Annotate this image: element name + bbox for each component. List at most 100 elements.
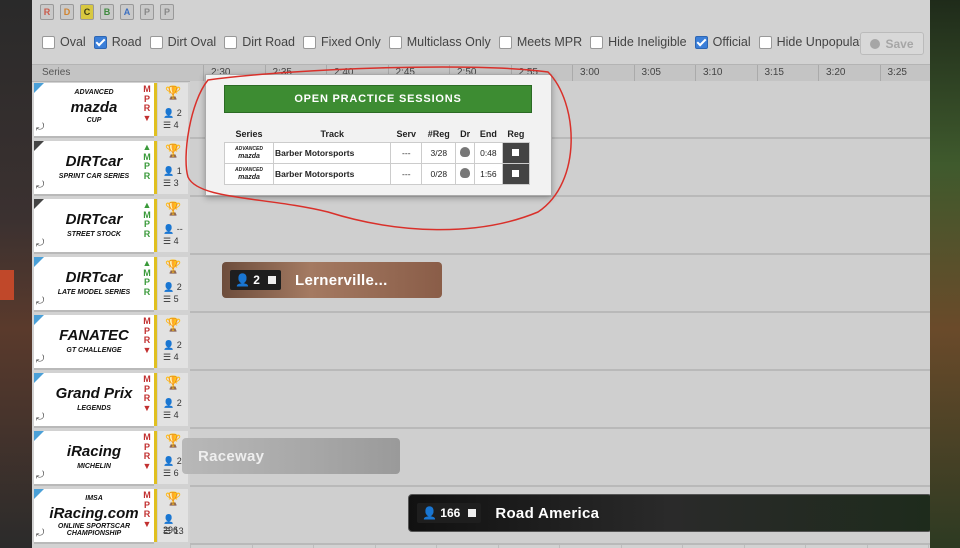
series-logo[interactable]: DIRTcar STREET STOCK ⤾: [34, 199, 154, 254]
filter-meets-mpr[interactable]: Meets MPR: [498, 35, 583, 49]
filter-label: Meets MPR: [516, 35, 583, 49]
series-logo[interactable]: FANATEC GT CHALLENGE ⤾: [34, 315, 154, 370]
save-button[interactable]: Save: [860, 32, 924, 55]
session-total: 6: [173, 468, 179, 478]
mpr-down-arrow-icon: ▼: [142, 518, 152, 529]
filter-multiclass-only[interactable]: Multiclass Only: [388, 35, 491, 49]
filter-fixed-only-checkbox[interactable]: [303, 35, 317, 49]
session-total: 5: [173, 294, 179, 304]
filter-multiclass-only-checkbox[interactable]: [388, 35, 402, 49]
mpr-indicator: M P R ▼: [142, 374, 152, 425]
filter-meets-mpr-checkbox[interactable]: [498, 35, 512, 49]
trophy-icon[interactable]: 🏆: [165, 318, 181, 332]
list-icon: ☰: [163, 120, 172, 130]
filter-fixed-only[interactable]: Fixed Only: [303, 35, 381, 49]
series-stats: 🏆 👤 2 ☰ 4: [158, 315, 188, 368]
filter-hide-ineligible[interactable]: Hide Ineligible: [590, 35, 687, 49]
filter-official[interactable]: Official: [694, 35, 751, 49]
filter-dirt-oval[interactable]: Dirt Oval: [149, 35, 217, 49]
series-logo-text: SPRINT CAR SERIES: [58, 173, 130, 180]
license-p-toggle[interactable]: P: [140, 4, 154, 20]
filter-bar: Oval Road Dirt Oval Dirt Road Fixed Only…: [42, 33, 885, 51]
filter-hide-unpopulated[interactable]: Hide Unpopulated: [758, 35, 877, 49]
license-level-bar: [154, 489, 157, 542]
series-logo[interactable]: DIRTcar SPRINT CAR SERIES ⤾: [34, 141, 154, 196]
list-icon: ☰: [163, 410, 172, 420]
filter-dirt-oval-checkbox[interactable]: [149, 35, 163, 49]
time-tick-divider: [879, 65, 881, 81]
trophy-icon[interactable]: 🏆: [165, 86, 181, 100]
series-logo-text: CUP: [86, 117, 102, 124]
filter-oval-checkbox[interactable]: [42, 35, 55, 49]
session-total: 4: [173, 352, 179, 362]
series-stats: 🏆 👤 2 ☰ 5: [158, 257, 188, 310]
series-logo-text: LEGENDS: [77, 405, 111, 412]
license-r-toggle[interactable]: R: [40, 4, 54, 20]
filter-hide-unpopulated-checkbox[interactable]: [758, 35, 772, 49]
filter-road[interactable]: Road: [93, 35, 142, 49]
series-logo-text: Grand Prix: [55, 385, 133, 402]
license-b-toggle[interactable]: B: [100, 4, 114, 20]
session-count: ☰ 13: [163, 526, 184, 537]
trophy-icon[interactable]: 🏆: [165, 260, 181, 274]
registered-count: 2: [176, 282, 182, 292]
series-logo-text: DIRTcar: [65, 153, 123, 170]
list-icon: ☰: [163, 294, 172, 304]
filter-road-checkbox[interactable]: [93, 35, 107, 49]
series-logo-text: mazda: [70, 99, 118, 116]
time-tick-label: 3:25: [887, 67, 907, 78]
annotation-circle: [185, 66, 572, 231]
series-logo[interactable]: IMSA iRacing.com ONLINE SPORTSCAR CHAMPION…: [34, 489, 154, 544]
mpr-down-arrow-icon: ▼: [142, 402, 152, 413]
series-logo[interactable]: Grand Prix LEGENDS ⤾: [34, 373, 154, 428]
time-tick-label: 3:15: [764, 67, 784, 78]
filter-official-checkbox[interactable]: [694, 35, 708, 49]
mpr-down-arrow-icon: ▼: [142, 112, 152, 123]
license-filter-row: R D C B A P P: [40, 4, 174, 20]
fixed-setup-icon: ⤾: [36, 412, 45, 423]
mpr-indicator: M P R ▼: [142, 432, 152, 483]
trophy-icon[interactable]: 🏆: [165, 144, 181, 158]
series-logo[interactable]: DIRTcar LATE MODEL SERIES ⤾: [34, 257, 154, 312]
license-pwc-toggle[interactable]: P: [160, 4, 174, 20]
time-tick-divider: [695, 65, 696, 81]
series-logo[interactable]: ADVANCED mazda CUP ⤾: [34, 83, 154, 138]
time-tick-label: 3:00: [580, 67, 600, 78]
filter-label: Road: [111, 35, 142, 49]
session-bar-lernerville[interactable]: 👤 2 Lernerville...: [222, 262, 442, 298]
session-bar-road-america[interactable]: 👤 166 Road America: [408, 494, 930, 532]
registered-users: 👤 2: [163, 398, 182, 409]
filter-oval[interactable]: Oval: [42, 35, 86, 49]
user-icon: 👤: [163, 456, 175, 466]
series-logo-text: iRacing: [66, 443, 122, 460]
filter-dirt-road-checkbox[interactable]: [224, 35, 238, 49]
license-level-bar: [154, 199, 157, 252]
license-c-toggle[interactable]: C: [80, 4, 94, 20]
user-icon: 👤: [163, 166, 175, 176]
user-icon: 👤: [163, 108, 175, 118]
series-row: Grand Prix LEGENDS ⤾ M P R ▼ 🏆 👤 2 ☰ 4: [32, 371, 930, 429]
trophy-icon[interactable]: 🏆: [165, 202, 181, 216]
time-tick-divider: [633, 65, 635, 81]
trophy-icon[interactable]: 🏆: [165, 492, 181, 506]
list-icon: ☰: [163, 468, 172, 478]
trophy-icon[interactable]: 🏆: [165, 376, 181, 390]
trophy-icon[interactable]: 🏆: [165, 434, 181, 448]
series-logo[interactable]: iRacing MICHELIN ⤾: [34, 431, 154, 486]
registered-users: 👤 2: [163, 340, 182, 351]
filter-hide-ineligible-checkbox[interactable]: [590, 35, 604, 49]
list-icon: ☰: [163, 236, 172, 246]
registered-count: 2: [176, 340, 182, 350]
time-tick-divider: [756, 65, 758, 81]
mpr-down-arrow-icon: ▼: [142, 460, 152, 471]
user-icon: 👤: [163, 224, 175, 234]
license-d-toggle[interactable]: D: [60, 4, 74, 20]
license-a-toggle[interactable]: A: [120, 4, 134, 20]
list-icon: ☰: [163, 526, 172, 536]
user-icon: 👤: [163, 514, 175, 524]
series-stats: 🏆 👤 2 ☰ 4: [158, 373, 188, 426]
filter-dirt-road[interactable]: Dirt Road: [224, 35, 295, 49]
session-count: ☰ 6: [163, 468, 179, 479]
filter-label: Dirt Oval: [167, 35, 217, 49]
session-bar-raceway[interactable]: Raceway: [182, 438, 400, 474]
